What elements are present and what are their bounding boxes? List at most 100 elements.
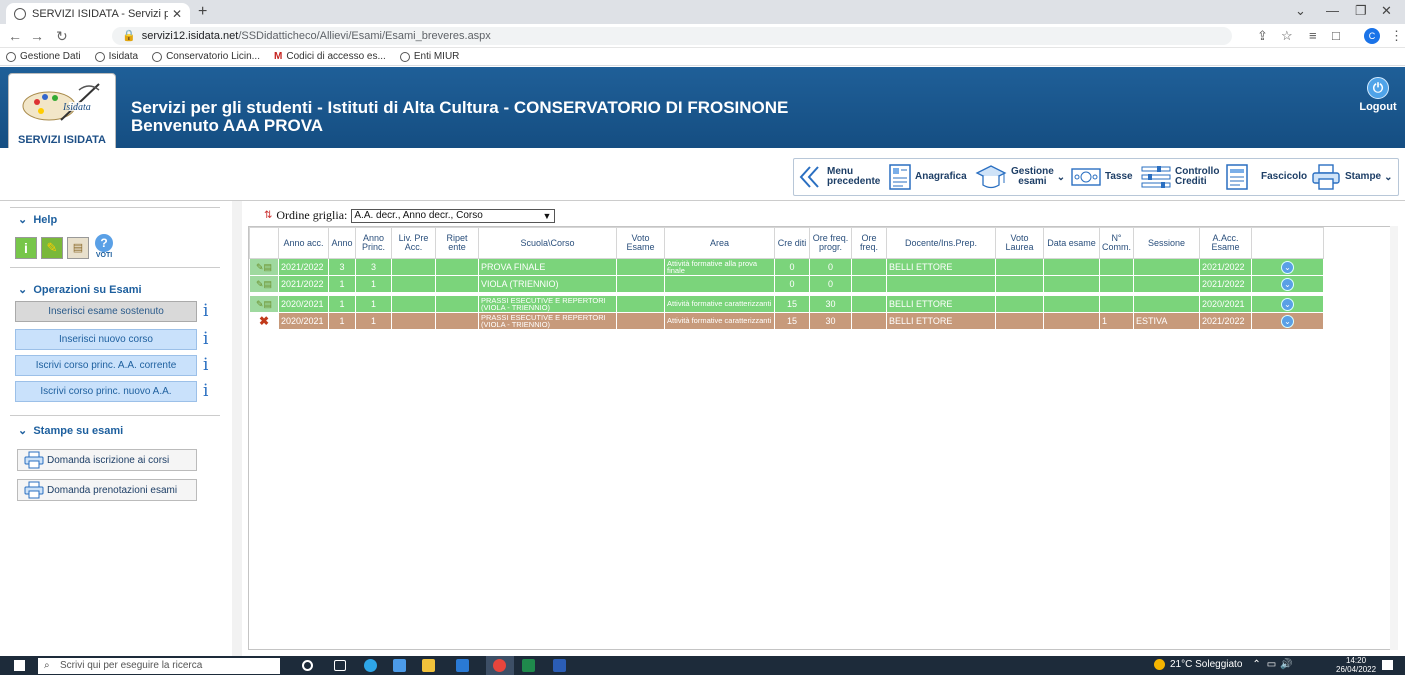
menu-fascicolo[interactable]: Fascicolo [1222,159,1308,195]
chevron-down-icon[interactable]: ⌄ [1281,314,1294,328]
table-row[interactable]: ✖ 2020/2021 1 1 PRASSI ESECUTIVE E REPER… [249,312,1324,330]
inserisci-esame-button[interactable]: Inserisci esame sostenuto [15,301,197,322]
task-view-icon[interactable] [334,660,346,671]
pencil-icon[interactable]: ✎▤ [256,279,272,290]
info-icon[interactable]: i [203,383,208,400]
pencil-icon[interactable]: ✎▤ [256,299,272,310]
col-header[interactable]: Cre diti [774,227,810,259]
close-window-icon[interactable]: ✕ [1381,3,1392,19]
bookmark-star-icon[interactable]: ☆ [1281,28,1293,44]
ops-section-header[interactable]: ⌄ Operazioni su Esami [18,283,142,296]
inserisci-corso-button[interactable]: Inserisci nuovo corso [15,329,197,350]
col-header[interactable]: Liv. Pre Acc. [391,227,436,259]
menu-tasse[interactable]: Tasse [1068,159,1138,195]
word-icon[interactable] [553,659,566,672]
reading-list-icon[interactable]: ≡ [1309,28,1317,43]
col-header[interactable]: Anno [328,227,356,259]
menu-controllo-crediti[interactable]: Controllo Crediti [1138,159,1222,195]
profile-avatar[interactable]: C [1364,28,1380,44]
delete-cell[interactable]: ✖ [249,312,279,330]
chevron-down-icon[interactable]: ⌄ [1281,260,1294,274]
info-icon[interactable]: i [203,303,208,320]
new-tab-icon[interactable]: + [198,3,207,21]
menu-anagrafica[interactable]: Anagrafica [886,159,972,195]
restore-icon[interactable]: ❐ [1355,3,1367,19]
network-icon[interactable]: ▭ [1267,659,1276,670]
table-row[interactable]: ✎▤ 2020/2021 1 1 PRASSI ESECUTIVE E REPE… [249,295,1324,313]
sidebar-scrollbar[interactable] [232,201,242,656]
pencil-icon[interactable]: ✎▤ [256,262,272,273]
prints-section-header[interactable]: ⌄ Stampe su esami [18,424,123,437]
back-icon[interactable]: ← [8,28,22,44]
bookmark-item[interactable]: M Codici di accesso es... [274,51,386,62]
col-header[interactable]: Area [664,227,775,259]
store-icon[interactable] [393,659,406,672]
edit-cell[interactable]: ✎▤ [249,258,279,276]
windows-start-icon[interactable] [14,660,25,671]
col-header[interactable]: Sessione [1133,227,1200,259]
bookmark-item[interactable]: Conservatorio Licin... [152,51,260,62]
share-icon[interactable]: ⇪ [1257,28,1268,44]
col-header[interactable]: Data esame [1043,227,1100,259]
expand-cell[interactable]: ⌄ [1251,258,1324,276]
edit-cell[interactable]: ✎▤ [249,295,279,313]
url-field[interactable]: 🔒 servizi12.isidata.net/SSDidatticheco/Al… [112,27,1232,45]
bookmark-item[interactable]: Enti MIUR [399,51,459,62]
table-row[interactable]: ✎▤ 2021/2022 3 3 PROVA FINALE Attività f… [249,258,1324,276]
pencil-icon[interactable]: ✎ [41,237,63,259]
help-section-header[interactable]: ⌄ Help [18,213,57,226]
chevron-down-icon[interactable]: ⌄ [1281,297,1294,311]
system-tray[interactable]: 21°C Soleggiato ⌃ ▭ 🔊 [1154,659,1293,670]
expand-cell[interactable]: ⌄ [1251,312,1324,330]
chevron-up-icon[interactable]: ⌃ [1252,659,1260,670]
notification-icon[interactable] [1382,660,1393,670]
col-header[interactable]: Voto Esame [616,227,665,259]
col-header[interactable]: Ripet ente [435,227,479,259]
domanda-iscrizione-button[interactable]: Domanda iscrizione ai corsi [17,449,197,471]
table-row[interactable]: ✎▤ 2021/2022 1 1 VIOLA (TRIENNIO) 0 0 20… [249,275,1324,293]
bookmark-item[interactable]: Isidata [94,51,138,62]
domanda-prenotazioni-button[interactable]: Domanda prenotazioni esami [17,479,197,501]
expand-cell[interactable]: ⌄ [1251,275,1324,293]
cross-icon[interactable]: ✖ [259,314,269,328]
mail-icon[interactable] [456,659,469,672]
order-select[interactable]: A.A. decr., Anno decr., Corso ▼ [351,208,556,223]
grid-scrollbar[interactable] [1390,226,1398,650]
tab-search-icon[interactable]: ⌄ [1295,3,1306,19]
clock[interactable]: 14:20 26/04/2022 [1336,656,1376,674]
menu-gestione-esami[interactable]: Gestione esami ⌄ [972,159,1068,195]
forward-icon[interactable]: → [30,28,44,44]
expand-cell[interactable]: ⌄ [1251,295,1324,313]
chevron-down-icon[interactable]: ⌄ [1281,277,1294,291]
col-header[interactable]: Anno Princ. [355,227,392,259]
edge-icon[interactable] [364,659,377,672]
taskbar-search[interactable]: ⌕ Scrivi qui per eseguire la ricerca [38,658,280,674]
col-header[interactable]: N° Comm. [1099,227,1134,259]
isidata-logo[interactable]: Isidata SERVIZI ISIDATA [8,73,116,153]
excel-icon[interactable] [522,659,535,672]
info-icon[interactable]: i [15,237,37,259]
info-icon[interactable]: i [203,357,208,374]
col-header[interactable]: Docente/Ins.Prep. [886,227,996,259]
col-header[interactable]: A.Acc. Esame [1199,227,1252,259]
col-header[interactable]: Scuola\Corso [478,227,617,259]
file-explorer-icon[interactable] [422,659,435,672]
col-header[interactable]: Anno acc. [278,227,329,259]
col-header[interactable]: Ore freq. [851,227,887,259]
side-panel-icon[interactable]: □ [1332,28,1340,43]
menu-stampe[interactable]: Stampe ⌄ [1308,159,1398,195]
cortana-icon[interactable] [302,660,313,671]
bookmark-item[interactable]: Gestione Dati [6,51,81,62]
iscrivi-corrente-button[interactable]: Iscrivi corso princ. A.A. corrente [15,355,197,376]
chrome-icon[interactable] [493,659,506,672]
menu-precedente[interactable]: Menu precedente [794,159,886,195]
browser-menu-icon[interactable]: ⋮ [1390,28,1403,44]
info-icon[interactable]: i [203,331,208,348]
col-header[interactable]: Voto Laurea [995,227,1044,259]
edit-cell[interactable]: ✎▤ [249,275,279,293]
volume-icon[interactable]: 🔊 [1280,659,1292,670]
voti-help[interactable]: ? VOTI [95,234,113,259]
close-tab-icon[interactable]: ✕ [172,7,182,21]
document-icon[interactable]: ▤ [67,237,89,259]
iscrivi-nuovo-aa-button[interactable]: Iscrivi corso princ. nuovo A.A. [15,381,197,402]
